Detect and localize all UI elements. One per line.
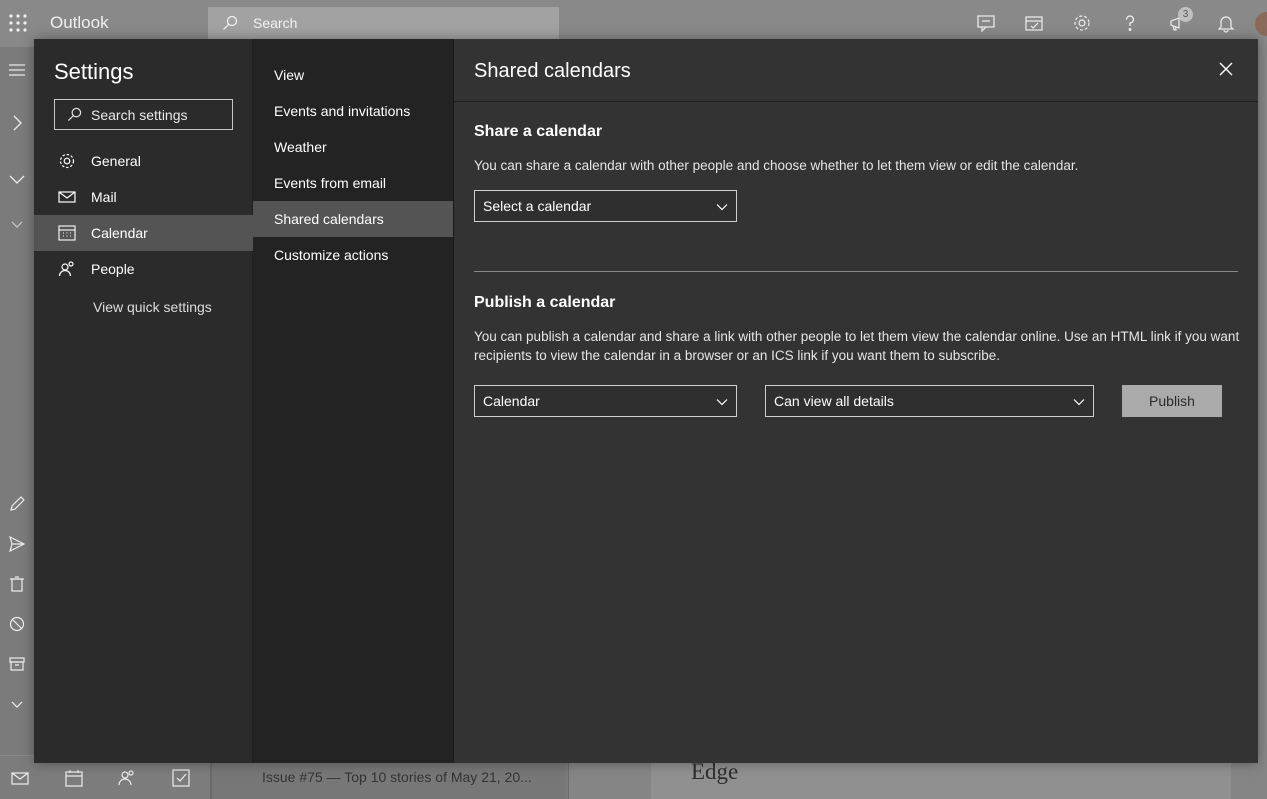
nav-item-calendar[interactable]: Calendar [34,215,253,251]
global-search-box[interactable]: Search [208,7,559,39]
trash-icon[interactable] [8,575,26,593]
bell-icon[interactable] [1216,13,1236,33]
settings-category-nav: Settings Search settings General Mail Ca… [34,39,253,763]
nav-item-general[interactable]: General [34,143,253,179]
publish-calendar-heading: Publish a calendar [474,294,616,311]
search-icon [67,107,82,122]
chat-icon[interactable] [976,13,996,33]
message-list-item[interactable]: Issue #75 — Top 10 stories of May 21, 20… [210,763,565,799]
help-icon[interactable] [1120,13,1140,33]
publish-calendar-description: You can publish a calendar and share a l… [474,329,1240,363]
calendar-check-icon[interactable] [1024,13,1044,33]
subnav-item-shared-calendars[interactable]: Shared calendars [253,201,453,237]
permission-level-dropdown[interactable]: Can view all details [765,385,1094,417]
notification-count-badge: 3 [1178,7,1193,22]
select-calendar-dropdown[interactable]: Select a calendar [474,190,737,222]
subnav-item-label: Events from email [274,175,387,191]
subnav-item-events-and-invitations[interactable]: Events and invitations [253,93,453,129]
subnav-item-label: Customize actions [274,247,389,263]
chevron-down-icon[interactable] [8,695,26,713]
reading-pane: Edge [568,759,1267,799]
app-title[interactable]: Outlook [50,13,109,33]
calendar-icon [58,224,76,242]
chevron-down-icon [716,201,728,213]
section-divider [474,271,1238,272]
reading-card: Edge [651,759,1231,799]
subnav-item-customize-actions[interactable]: Customize actions [253,237,453,273]
left-rail [0,47,34,755]
chevron-down-icon[interactable] [8,170,26,188]
settings-subcategory-nav: View Events and invitations Weather Even… [253,39,454,763]
settings-title: Settings [54,59,134,84]
dropdown-value: Calendar [483,393,540,409]
settings-dialog: Settings Search settings General Mail Ca… [34,39,1258,763]
archive-icon[interactable] [8,655,26,673]
app-launcher-icon[interactable] [8,13,28,33]
nav-item-mail[interactable]: Mail [34,179,253,215]
settings-content-pane: Shared calendars Share a calendar You ca… [454,39,1258,763]
nav-item-label: Mail [91,189,117,205]
background-edge [1258,47,1267,763]
subnav-item-label: Weather [274,139,327,155]
settings-search-placeholder: Search settings [91,107,188,123]
subnav-item-label: Shared calendars [274,211,384,227]
subnav-item-view[interactable]: View [253,57,453,93]
subnav-item-events-from-email[interactable]: Events from email [253,165,453,201]
subnav-item-weather[interactable]: Weather [253,129,453,165]
chevron-down-icon [716,396,728,408]
tasks-check-icon[interactable] [172,769,190,787]
settings-search-input[interactable]: Search settings [54,99,233,130]
avatar[interactable] [1255,12,1267,36]
share-calendar-heading: Share a calendar [474,123,603,140]
calendar-icon[interactable] [65,769,83,787]
chevron-down-icon[interactable] [8,215,26,233]
pencil-icon[interactable] [8,495,26,513]
view-quick-settings-link[interactable]: View quick settings [93,299,212,315]
nav-item-label: General [91,153,141,169]
chevron-down-icon [1073,396,1085,408]
people-icon[interactable] [118,769,136,787]
settings-gear-icon[interactable] [1072,13,1092,33]
subnav-item-label: Events and invitations [274,103,411,119]
dropdown-value: Can view all details [774,393,894,409]
global-search-placeholder: Search [253,15,298,31]
gear-icon [58,152,76,170]
page-title: Shared calendars [474,60,631,82]
nav-item-label: People [91,261,135,277]
content-header: Shared calendars [454,39,1258,102]
mail-icon [58,188,76,206]
share-calendar-description: You can share a calendar with other peop… [474,158,1079,173]
message-preview-text: Issue #75 — Top 10 stories of May 21, 20… [262,769,532,785]
mail-icon[interactable] [11,769,29,787]
send-icon[interactable] [8,535,26,553]
search-icon [222,15,238,31]
publish-button[interactable]: Publish [1122,385,1222,417]
nav-item-people[interactable]: People [34,251,253,287]
dropdown-value: Select a calendar [483,198,592,214]
nav-item-label: Calendar [91,225,148,241]
hamburger-menu-icon[interactable] [8,61,26,79]
chevron-right-icon[interactable] [8,114,26,132]
people-icon [58,260,76,278]
publish-calendar-dropdown[interactable]: Calendar [474,385,737,417]
close-icon[interactable] [1218,61,1234,77]
subnav-item-label: View [274,67,305,83]
block-icon[interactable] [8,615,26,633]
